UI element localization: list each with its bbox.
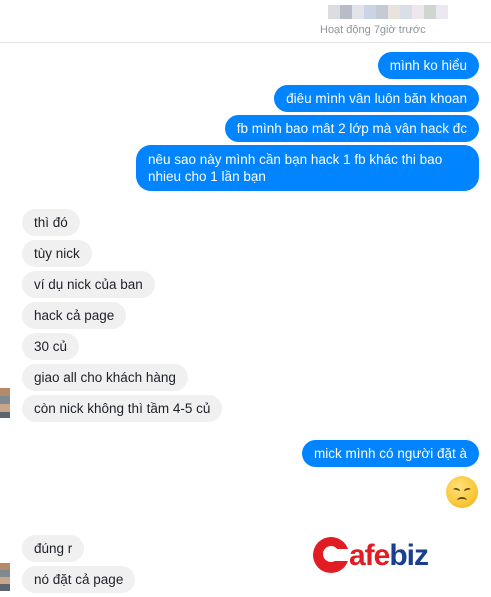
blur-block — [412, 5, 424, 19]
blur-block — [364, 5, 376, 19]
active-status: Hoạt động 7giờ trước — [320, 24, 426, 36]
message-incoming[interactable]: thì đó — [22, 209, 80, 236]
disappointed-face-icon — [446, 476, 478, 508]
cafebiz-logo: afebiz — [313, 537, 463, 577]
message-outgoing[interactable]: mình ko hiểu — [377, 52, 479, 79]
message-incoming[interactable]: nó đặt cả page — [22, 566, 136, 593]
message-incoming[interactable]: đúng r — [22, 535, 85, 562]
message-outgoing[interactable]: fb mình bao mât 2 lớp mà vân hack đc — [224, 115, 479, 142]
avatar[interactable] — [0, 563, 10, 591]
blur-block — [340, 5, 352, 19]
blur-block — [352, 5, 364, 19]
message-incoming[interactable]: còn nick không thì tầm 4-5 củ — [22, 395, 223, 422]
blur-block — [388, 5, 400, 19]
message-incoming[interactable]: hack cả page — [22, 302, 127, 329]
message-outgoing[interactable]: nêu sao này mình cần bạn hack 1 fb khác … — [136, 145, 479, 191]
message-outgoing[interactable]: mick mình có người đặt à — [302, 440, 479, 467]
message-incoming[interactable]: 30 củ — [22, 333, 80, 360]
blur-block — [424, 5, 436, 19]
blur-block — [400, 5, 412, 19]
message-incoming[interactable]: ví dụ nick của ban — [22, 271, 155, 298]
message-outgoing[interactable]: điêu mình vân luôn băn khoan — [274, 85, 479, 112]
logo-wordmark: afebiz — [349, 539, 429, 572]
blur-block — [436, 5, 448, 19]
message-incoming[interactable]: giao all cho khách hàng — [22, 364, 188, 391]
message-incoming[interactable]: tùy nick — [22, 240, 92, 267]
blur-block — [328, 5, 340, 19]
blur-block — [376, 5, 388, 19]
chat-header: Hoạt động 7giờ trước — [0, 0, 491, 43]
avatar[interactable] — [0, 388, 10, 418]
